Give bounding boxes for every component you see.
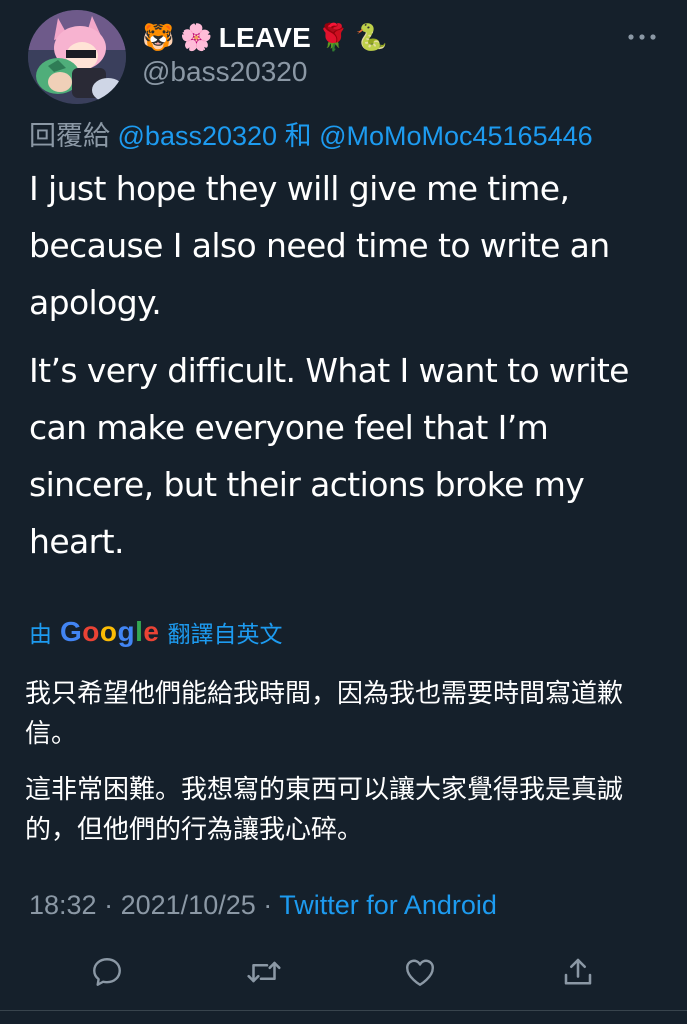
reply-button[interactable] [85, 950, 129, 994]
tweet-header: 🐯 🌸 LEAVE 🌹 🐍 @bass20320 [0, 0, 687, 110]
share-button[interactable] [556, 950, 600, 994]
google-logo-letter: o [82, 616, 100, 647]
translated-text: 我只希望他們能給我時間，因為我也需要時間寫道歉信。 這非常困難。我想寫的東西可以… [25, 674, 665, 866]
tiger-emoji: 🐯 [142, 23, 175, 53]
google-logo-letter: g [117, 616, 136, 647]
snake-emoji: 🐍 [355, 23, 388, 53]
reply-mention-1[interactable]: @bass20320 [118, 121, 278, 151]
tweet-time: 18:32 [29, 890, 97, 920]
google-logo: Google [60, 616, 159, 648]
reply-conjunction: 和 [284, 121, 312, 151]
translated-by-prefix: 由 [29, 621, 52, 647]
retweet-button[interactable] [242, 950, 286, 994]
share-icon [564, 958, 592, 985]
google-logo-letter: G [60, 616, 83, 647]
google-logo-letter: o [99, 616, 118, 647]
more-options-button[interactable] [622, 22, 662, 52]
tweet-body: I just hope they will give me time, beca… [29, 160, 659, 581]
reply-context: 回覆給 @bass20320 和 @MoMoMoc45165446 [29, 114, 593, 153]
rose-emoji: 🌹 [317, 23, 350, 53]
meta-separator: · [104, 890, 114, 920]
tweet-source[interactable]: Twitter for Android [279, 890, 497, 920]
blossom-emoji: 🌸 [180, 23, 213, 53]
meta-separator: · [263, 890, 273, 920]
avatar-illustration [28, 10, 126, 104]
translated-by-suffix: 翻譯自英文 [167, 621, 283, 647]
reply-icon [93, 958, 121, 986]
like-icon [406, 959, 434, 986]
avatar[interactable] [28, 10, 126, 104]
tweet-date: 2021/10/25 [120, 890, 256, 920]
name-row[interactable]: 🐯 🌸 LEAVE 🌹 🐍 [142, 20, 388, 56]
reply-mention-2[interactable]: @MoMoMoc45165446 [319, 121, 593, 151]
reply-prefix: 回覆給 [29, 121, 110, 151]
user-handle[interactable]: @bass20320 [142, 56, 307, 88]
retweet-icon [247, 961, 281, 983]
google-logo-letter: e [143, 616, 160, 647]
tweet-paragraph: I just hope they will give me time, beca… [29, 169, 610, 322]
like-button[interactable] [398, 950, 442, 994]
divider [0, 1010, 687, 1011]
action-bar [0, 950, 687, 1000]
translation-paragraph: 我只希望他們能給我時間，因為我也需要時間寫道歉信。 [25, 679, 624, 749]
tweet-meta: 18:32 · 2021/10/25 · Twitter for Android [29, 890, 497, 921]
translated-by[interactable]: 由 Google 翻譯自英文 [29, 612, 282, 652]
more-icon [628, 34, 656, 40]
tweet-paragraph: It’s very difficult. What I want to writ… [29, 351, 629, 561]
display-name: LEAVE [218, 22, 312, 53]
translation-paragraph: 這非常困難。我想寫的東西可以讓大家覺得我是真誠的，但他們的行為讓我心碎。 [25, 775, 624, 845]
